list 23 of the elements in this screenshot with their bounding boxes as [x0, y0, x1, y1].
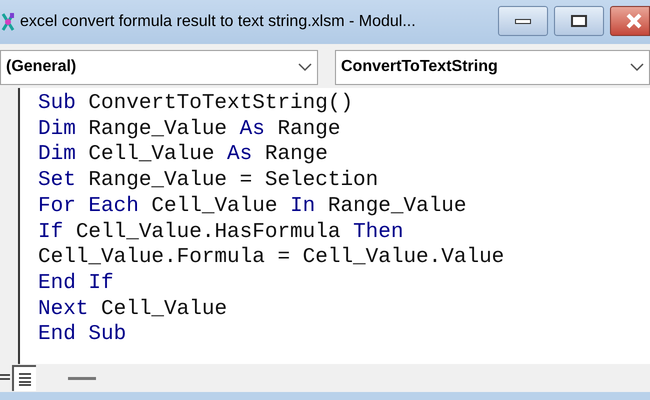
code-line: End If — [38, 270, 114, 297]
maximize-button[interactable] — [554, 6, 604, 36]
code-line: If Cell_Value.HasFormula Then — [38, 220, 404, 246]
window-title: excel convert formula result to text string.xlsm - Modul... — [20, 12, 416, 32]
chevron-down-icon — [298, 62, 312, 72]
minimize-button[interactable] — [498, 6, 548, 36]
app-icon — [1, 11, 15, 33]
scrollbar-thumb[interactable] — [68, 376, 96, 380]
code-line: End Sub — [38, 322, 126, 348]
code-line: Cell_Value.Formula = Cell_Value.Value — [38, 245, 504, 271]
code-line: Sub ConvertToTextString() — [38, 91, 354, 117]
code-line: Dim Cell_Value As Range — [38, 142, 328, 168]
list-icon — [18, 372, 32, 386]
chevron-down-icon — [630, 62, 644, 72]
close-icon — [625, 13, 643, 29]
object-dropdown[interactable]: (General) — [0, 50, 318, 84]
code-line: Set Range_Value = Selection — [38, 168, 378, 194]
close-button[interactable] — [610, 6, 650, 36]
code-line: Dim Range_Value As Range — [38, 116, 340, 142]
full-module-view-button[interactable] — [12, 365, 36, 391]
code-line: For Each Cell_Value In Range_Value — [38, 194, 467, 220]
code-line: Next Cell_Value — [38, 296, 228, 322]
procedure-dropdown[interactable]: ConvertToTextString — [335, 50, 650, 84]
